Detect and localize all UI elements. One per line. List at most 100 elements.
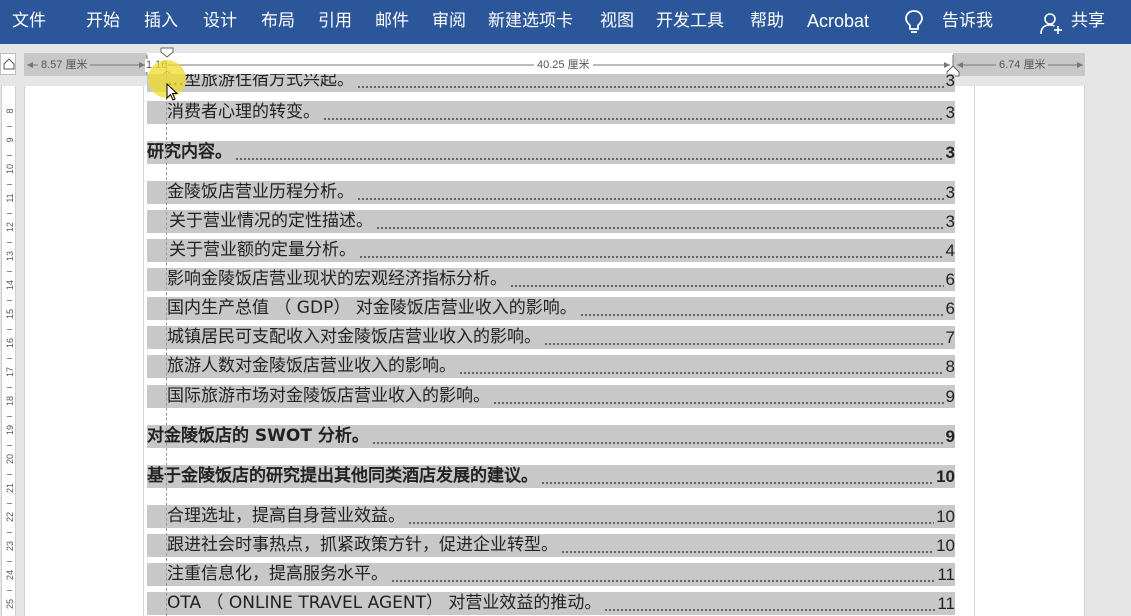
vruler-number: 16 <box>5 338 15 349</box>
mouse-pointer-icon <box>166 83 179 101</box>
toc-page-number: 3 <box>945 103 955 122</box>
share-person-icon[interactable] <box>1040 11 1064 35</box>
share-label[interactable]: 共享 <box>1071 10 1105 32</box>
toc-entry-title: 消费者心理的转变。 <box>167 102 320 122</box>
toc-entry[interactable]: 关于营业情况的定性描述。 3 <box>147 210 955 233</box>
tab-mailings[interactable]: 邮件 <box>375 10 409 32</box>
tab-references[interactable]: 引用 <box>318 10 352 32</box>
toc-entry-title: …型旅游住宿方式兴起。 <box>167 74 354 90</box>
toc-entry-title: 城镇居民可支配收入对金陵饭店营业收入的影响。 <box>167 327 541 347</box>
toc-dot-leader <box>408 522 935 524</box>
toc-page-number: 6 <box>945 299 955 318</box>
vruler-tick <box>7 184 12 185</box>
toc-entry[interactable]: 消费者心理的转变。 3 <box>147 101 955 124</box>
toc-entry-title: OTA （ ONLINE TRAVEL AGENT） 对营业效益的推动。 <box>167 593 602 613</box>
lightbulb-icon[interactable] <box>902 9 926 35</box>
toc-entry-title: 对金陵饭店的 SWOT 分析。 <box>147 426 369 446</box>
toc-page-number: 10 <box>936 507 955 526</box>
toc-dot-leader <box>544 343 944 345</box>
vruler-tick <box>7 503 12 504</box>
indent-drag-guide <box>166 62 167 616</box>
toc-page-number: 9 <box>945 387 955 406</box>
toc-page-number: 8 <box>945 357 955 376</box>
toc-entry[interactable]: 合理选址，提高自身营业效益。 10 <box>147 505 955 528</box>
tab-layout[interactable]: 布局 <box>261 10 295 32</box>
vruler-tick <box>7 271 12 272</box>
tab-help[interactable]: 帮助 <box>750 10 784 32</box>
vruler-tick <box>7 532 12 533</box>
tab-file[interactable]: 文件 <box>12 10 46 32</box>
toc-entry[interactable]: 注重信息化，提高服务水平。 11 <box>147 563 955 586</box>
toc-page-number: 3 <box>945 74 955 90</box>
vruler-number: 13 <box>5 251 15 262</box>
toc-entry[interactable]: 国内生产总值 （ GDP） 对金陵饭店营业收入的影响。 6 <box>147 297 955 320</box>
toc-entry[interactable]: 研究内容。 3 <box>147 141 955 164</box>
toc-entry-title: 注重信息化，提高服务水平。 <box>167 564 388 584</box>
toc-page-number: 3 <box>945 212 955 231</box>
vruler-number: 21 <box>5 483 15 494</box>
toc-dot-leader <box>376 227 944 229</box>
toc-page-number: 6 <box>945 270 955 289</box>
toc-entry-title: 跟进社会时事热点，抓紧政策方针，促进企业转型。 <box>167 535 558 555</box>
toc-dot-leader <box>371 442 944 444</box>
vruler-tick <box>7 300 12 301</box>
vruler-number: 19 <box>5 425 15 436</box>
toc-entry-title: 基于金陵饭店的研究提出其他同类酒店发展的建议。 <box>147 466 538 486</box>
toc-dot-leader <box>493 402 944 404</box>
toc-entry-title: 影响金陵饭店营业现状的宏观经济指标分析。 <box>167 269 507 289</box>
toc-page-number: 11 <box>937 565 955 584</box>
vruler-number: 23 <box>5 541 15 552</box>
tab-insert[interactable]: 插入 <box>144 10 178 32</box>
ruler-left-margin-label: 8.57 厘米 <box>38 59 91 72</box>
vertical-ruler: 8 9 10 11 12 13 14 15 16 17 18 19 20 21 22 23 24 25 <box>0 86 17 616</box>
toc-dot-leader <box>459 372 944 374</box>
toc-page-number: 3 <box>945 143 955 162</box>
tab-view[interactable]: 视图 <box>600 10 634 32</box>
vruler-number: 8 <box>5 108 15 114</box>
toc-entry[interactable]: OTA （ ONLINE TRAVEL AGENT） 对营业效益的推动。 11 <box>147 592 955 615</box>
vruler-tick <box>7 213 12 214</box>
vruler-tick <box>7 387 12 388</box>
right-margin-guide <box>974 86 975 616</box>
vruler-number: 15 <box>5 309 15 320</box>
toc-page-number: 3 <box>945 183 955 202</box>
toc-entry-title: 国内生产总值 （ GDP） 对金陵饭店营业收入的影响。 <box>167 298 577 318</box>
toc-entry[interactable]: 金陵饭店营业历程分析。 3 <box>147 181 955 204</box>
toc-entry[interactable]: 基于金陵饭店的研究提出其他同类酒店发展的建议。 10 <box>147 465 955 488</box>
vruler-tick <box>7 590 12 591</box>
toc-entry-title: 关于营业额的定量分析。 <box>169 240 356 260</box>
toc-entry[interactable]: …型旅游住宿方式兴起。 3 <box>147 74 955 92</box>
toc-page-number: 7 <box>945 328 955 347</box>
toc-entry[interactable]: 对金陵饭店的 SWOT 分析。 9 <box>147 425 955 448</box>
vruler-tick <box>7 358 12 359</box>
toc-dot-leader <box>510 285 944 287</box>
tab-design[interactable]: 设计 <box>203 10 237 32</box>
vruler-tick <box>7 561 12 562</box>
toc-entry-title: 旅游人数对金陵饭店营业收入的影响。 <box>167 356 456 376</box>
left-margin-guide <box>143 86 144 616</box>
tab-acrobat[interactable]: Acrobat <box>807 10 869 32</box>
vruler-tick <box>7 474 12 475</box>
toc-dot-leader <box>561 551 935 553</box>
vruler-tick <box>7 155 12 156</box>
vruler-number: 18 <box>5 396 15 407</box>
toc-entry[interactable]: 国际旅游市场对金陵饭店营业收入的影响。 9 <box>147 385 955 408</box>
tab-new-tab[interactable]: 新建选项卡 <box>488 10 573 32</box>
toc-entry[interactable]: 影响金陵饭店营业现状的宏观经济指标分析。 6 <box>147 268 955 291</box>
tell-me-label[interactable]: 告诉我 <box>942 10 993 32</box>
toc-entry[interactable]: 跟进社会时事热点，抓紧政策方针，促进企业转型。 10 <box>147 534 955 557</box>
tab-developer[interactable]: 开发工具 <box>656 10 724 32</box>
toc-dot-leader <box>579 314 944 316</box>
toc-page-number: 10 <box>936 536 955 555</box>
vruler-number: 17 <box>5 367 15 378</box>
vruler-number: 11 <box>5 193 15 203</box>
tab-review[interactable]: 审阅 <box>432 10 466 32</box>
toc-dot-leader <box>357 86 944 88</box>
vruler-tick <box>7 242 12 243</box>
toc-entry[interactable]: 城镇居民可支配收入对金陵饭店营业收入的影响。 7 <box>147 326 955 349</box>
toc-page-number: 9 <box>945 427 955 446</box>
toc-entry[interactable]: 关于营业额的定量分析。 4 <box>147 239 955 262</box>
toc-entry-title: 国际旅游市场对金陵饭店营业收入的影响。 <box>167 386 490 406</box>
toc-entry[interactable]: 旅游人数对金陵饭店营业收入的影响。 8 <box>147 355 955 378</box>
tab-home[interactable]: 开始 <box>86 10 120 32</box>
